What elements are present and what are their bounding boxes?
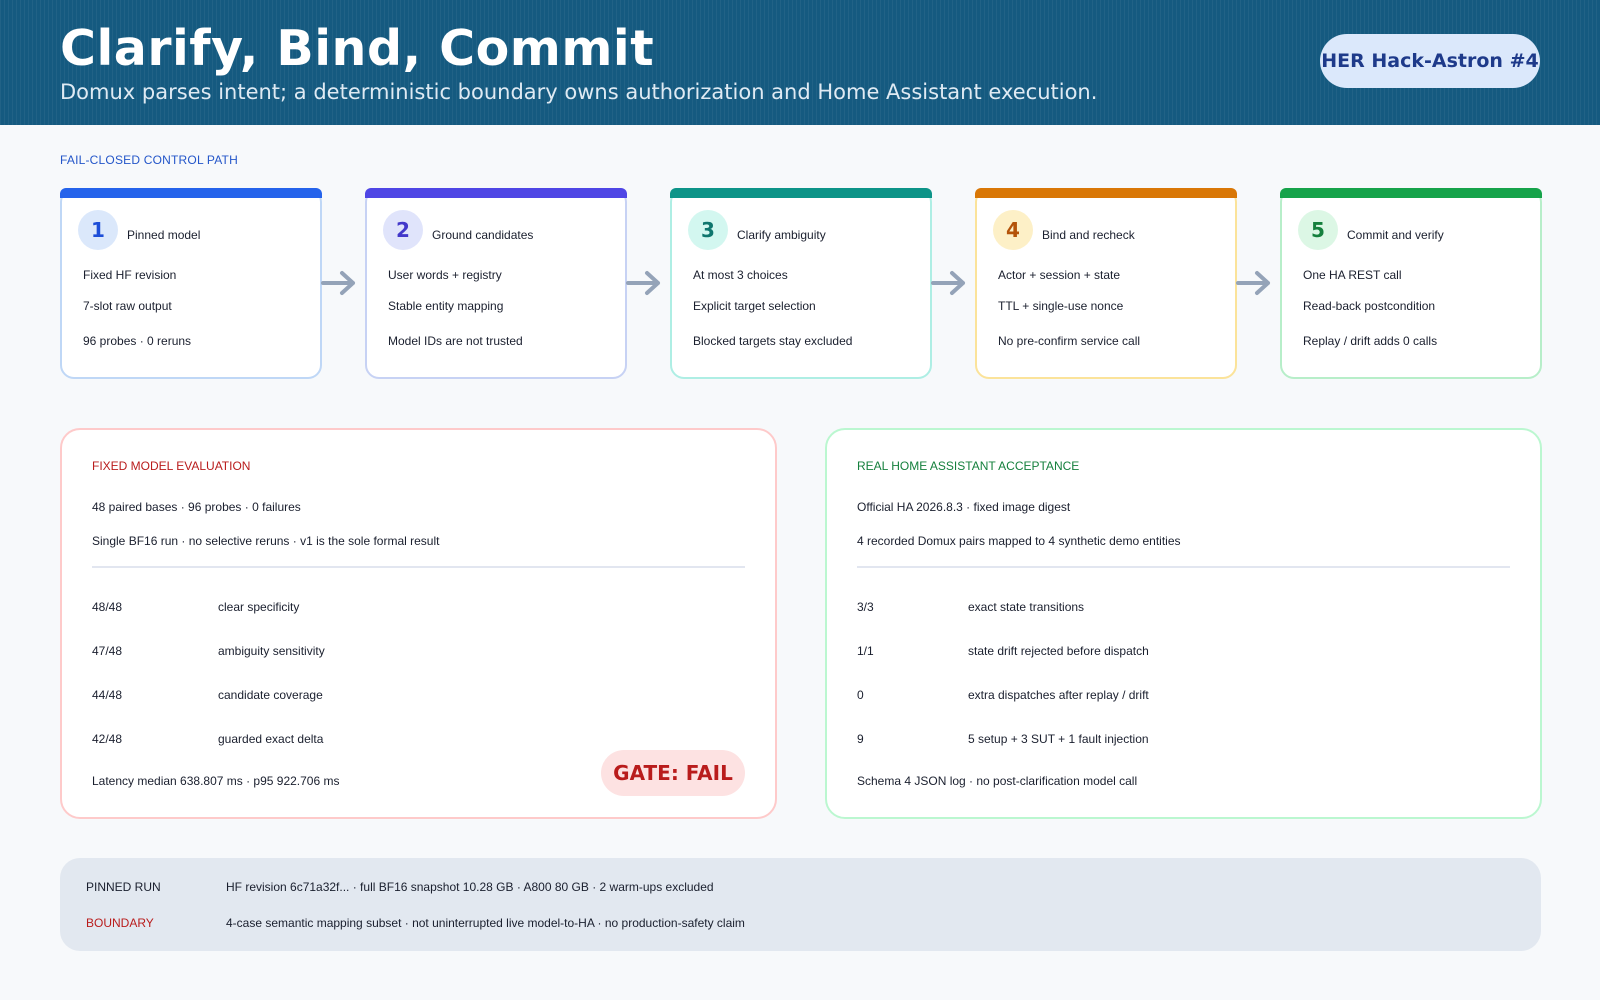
- metric-value: 1/1: [857, 644, 874, 658]
- step-detail: At most 3 choices: [693, 268, 788, 282]
- boundary-text: 4-case semantic mapping subset · not uni…: [226, 916, 745, 930]
- arrow-right-icon: [1236, 271, 1270, 295]
- metric-description: guarded exact delta: [218, 732, 324, 746]
- step-detail: Stable entity mapping: [388, 299, 504, 313]
- step-number-badge: 2: [383, 210, 423, 250]
- panel-label: REAL HOME ASSISTANT ACCEPTANCE: [857, 459, 1080, 473]
- metric-value: 3/3: [857, 600, 874, 614]
- step-detail: 96 probes · 0 reruns: [83, 334, 192, 348]
- step-detail: Explicit target selection: [693, 299, 816, 313]
- metric-description: extra dispatches after replay / drift: [968, 688, 1149, 702]
- step-card-ground-candidates: 2 Ground candidates User words + registr…: [365, 188, 627, 379]
- arrow-right-icon: [321, 271, 355, 295]
- metric-description: state drift rejected before dispatch: [968, 644, 1149, 658]
- gate-status-badge: GATE: FAIL: [601, 750, 745, 796]
- step-detail: Model IDs are not trusted: [388, 334, 523, 348]
- step-title: Bind and recheck: [1042, 228, 1135, 242]
- control-path-label: FAIL-CLOSED CONTROL PATH: [60, 153, 238, 167]
- summary-line: 48 paired bases · 96 probes · 0 failures: [92, 500, 301, 514]
- step-accent-bar: [1280, 188, 1542, 198]
- step-number-badge: 3: [688, 210, 728, 250]
- metric-value: 42/48: [92, 732, 123, 746]
- log-note-line: Schema 4 JSON log · no post-clarificatio…: [857, 774, 1138, 788]
- step-accent-bar: [975, 188, 1237, 198]
- metric-value: 44/48: [92, 688, 123, 702]
- step-detail: Read-back postcondition: [1303, 299, 1436, 313]
- step-accent-bar: [365, 188, 627, 198]
- step-detail: One HA REST call: [1303, 268, 1402, 282]
- step-number-badge: 5: [1298, 210, 1338, 250]
- footer-summary: PINNED RUN HF revision 6c71a32f... · ful…: [60, 858, 1541, 951]
- divider: [857, 566, 1510, 568]
- step-accent-bar: [670, 188, 932, 198]
- step-detail: Actor + session + state: [998, 268, 1121, 282]
- arrow-right-icon: [626, 271, 660, 295]
- header-banner: Clarify, Bind, Commit Domux parses inten…: [0, 0, 1600, 125]
- step-detail: Replay / drift adds 0 calls: [1303, 334, 1438, 348]
- step-detail: TTL + single-use nonce: [998, 299, 1124, 313]
- step-number-badge: 4: [993, 210, 1033, 250]
- step-card-pinned-model: 1 Pinned model Fixed HF revision 7-slot …: [60, 188, 322, 379]
- latency-line: Latency median 638.807 ms · p95 922.706 …: [92, 774, 340, 788]
- step-title: Commit and verify: [1347, 228, 1444, 242]
- page-title: Clarify, Bind, Commit: [60, 20, 655, 77]
- step-detail: 7-slot raw output: [83, 299, 172, 313]
- metric-description: ambiguity sensitivity: [218, 644, 325, 658]
- metric-description: candidate coverage: [218, 688, 323, 702]
- step-card-commit-and-verify: 5 Commit and verify One HA REST call Rea…: [1280, 188, 1542, 379]
- fixed-model-evaluation-panel: FIXED MODEL EVALUATION 48 paired bases ·…: [60, 428, 777, 819]
- pinned-run-text: HF revision 6c71a32f... · full BF16 snap…: [226, 880, 714, 894]
- step-detail: No pre-confirm service call: [998, 334, 1141, 348]
- metric-description: 5 setup + 3 SUT + 1 fault injection: [968, 732, 1149, 746]
- step-detail: Blocked targets stay excluded: [693, 334, 853, 348]
- step-number-badge: 1: [78, 210, 118, 250]
- summary-line: 4 recorded Domux pairs mapped to 4 synth…: [857, 534, 1181, 548]
- summary-line: Single BF16 run · no selective reruns · …: [92, 534, 440, 548]
- step-title: Clarify ambiguity: [737, 228, 826, 242]
- home-assistant-acceptance-panel: REAL HOME ASSISTANT ACCEPTANCE Official …: [825, 428, 1542, 819]
- step-accent-bar: [60, 188, 322, 198]
- divider: [92, 566, 745, 568]
- step-card-bind-and-recheck: 4 Bind and recheck Actor + session + sta…: [975, 188, 1237, 379]
- metric-value: 47/48: [92, 644, 123, 658]
- metric-value: 0: [857, 688, 864, 702]
- event-badge: HER Hack-Astron #4: [1320, 34, 1540, 88]
- page-subtitle: Domux parses intent; a deterministic bou…: [60, 80, 1098, 104]
- metric-value: 48/48: [92, 600, 123, 614]
- metric-description: clear specificity: [218, 600, 300, 614]
- step-card-clarify-ambiguity: 3 Clarify ambiguity At most 3 choices Ex…: [670, 188, 932, 379]
- boundary-label: BOUNDARY: [86, 916, 154, 930]
- step-detail: User words + registry: [388, 268, 502, 282]
- pinned-run-label: PINNED RUN: [86, 880, 161, 894]
- step-title: Ground candidates: [432, 228, 534, 242]
- panel-label: FIXED MODEL EVALUATION: [92, 459, 251, 473]
- step-detail: Fixed HF revision: [83, 268, 177, 282]
- arrow-right-icon: [931, 271, 965, 295]
- summary-line: Official HA 2026.8.3 · fixed image diges…: [857, 500, 1071, 514]
- metric-value: 9: [857, 732, 864, 746]
- metric-description: exact state transitions: [968, 600, 1085, 614]
- step-title: Pinned model: [127, 228, 201, 242]
